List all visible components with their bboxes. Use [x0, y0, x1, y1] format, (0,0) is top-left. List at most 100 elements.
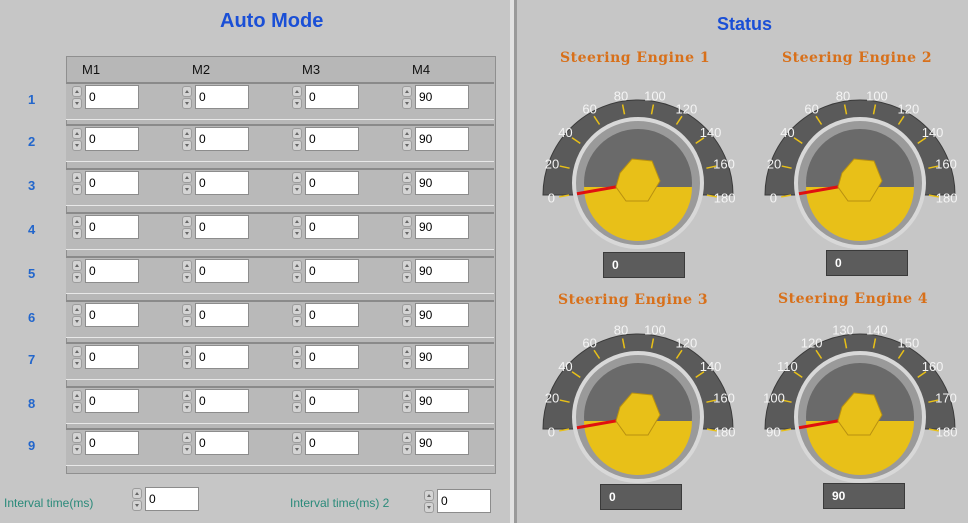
- angle-spinner[interactable]: [180, 431, 194, 457]
- angle-spinner[interactable]: [70, 431, 84, 457]
- angle-spinner[interactable]: [70, 303, 84, 329]
- angle-input[interactable]: 90: [415, 259, 469, 283]
- angle-spinner[interactable]: [180, 171, 194, 197]
- spin-down-icon[interactable]: [182, 272, 192, 283]
- angle-input[interactable]: 0: [195, 171, 249, 195]
- interval-time-spinner[interactable]: [130, 487, 144, 513]
- angle-spinner[interactable]: [70, 127, 84, 153]
- angle-input[interactable]: 0: [195, 303, 249, 327]
- spin-down-icon[interactable]: [292, 184, 302, 195]
- angle-spinner[interactable]: [180, 389, 194, 415]
- spin-up-icon[interactable]: [424, 490, 434, 501]
- spin-up-icon[interactable]: [72, 216, 82, 227]
- angle-spinner[interactable]: [180, 215, 194, 241]
- angle-spinner[interactable]: [400, 259, 414, 285]
- spin-down-icon[interactable]: [72, 402, 82, 413]
- angle-spinner[interactable]: [400, 303, 414, 329]
- angle-input[interactable]: 90: [415, 389, 469, 413]
- angle-spinner[interactable]: [70, 259, 84, 285]
- spin-down-icon[interactable]: [182, 184, 192, 195]
- spin-up-icon[interactable]: [292, 260, 302, 271]
- angle-input[interactable]: 0: [195, 389, 249, 413]
- interval-time-input[interactable]: 0: [145, 487, 199, 511]
- spin-up-icon[interactable]: [132, 488, 142, 499]
- spin-down-icon[interactable]: [402, 272, 412, 283]
- angle-spinner[interactable]: [400, 127, 414, 153]
- spin-down-icon[interactable]: [72, 98, 82, 109]
- spin-up-icon[interactable]: [182, 86, 192, 97]
- spin-down-icon[interactable]: [72, 184, 82, 195]
- angle-input[interactable]: 0: [85, 259, 139, 283]
- angle-spinner[interactable]: [70, 389, 84, 415]
- spin-down-icon[interactable]: [402, 316, 412, 327]
- spin-up-icon[interactable]: [72, 390, 82, 401]
- angle-input[interactable]: 0: [85, 215, 139, 239]
- spin-down-icon[interactable]: [292, 444, 302, 455]
- angle-input[interactable]: 0: [305, 171, 359, 195]
- angle-spinner[interactable]: [400, 171, 414, 197]
- spin-down-icon[interactable]: [292, 402, 302, 413]
- spin-down-icon[interactable]: [292, 228, 302, 239]
- angle-input[interactable]: 0: [195, 345, 249, 369]
- angle-input[interactable]: 0: [305, 215, 359, 239]
- angle-spinner[interactable]: [180, 127, 194, 153]
- spin-up-icon[interactable]: [292, 128, 302, 139]
- spin-down-icon[interactable]: [292, 316, 302, 327]
- angle-input[interactable]: 0: [195, 259, 249, 283]
- spin-up-icon[interactable]: [182, 432, 192, 443]
- spin-up-icon[interactable]: [292, 86, 302, 97]
- spin-down-icon[interactable]: [424, 502, 434, 513]
- spin-down-icon[interactable]: [72, 444, 82, 455]
- angle-spinner[interactable]: [70, 215, 84, 241]
- spin-down-icon[interactable]: [402, 228, 412, 239]
- spin-down-icon[interactable]: [72, 316, 82, 327]
- spin-up-icon[interactable]: [72, 432, 82, 443]
- angle-input[interactable]: 0: [85, 127, 139, 151]
- angle-input[interactable]: 0: [305, 127, 359, 151]
- spin-down-icon[interactable]: [72, 228, 82, 239]
- spin-down-icon[interactable]: [132, 500, 142, 511]
- spin-down-icon[interactable]: [182, 98, 192, 109]
- spin-down-icon[interactable]: [402, 358, 412, 369]
- angle-spinner[interactable]: [290, 345, 304, 371]
- angle-spinner[interactable]: [180, 303, 194, 329]
- angle-input[interactable]: 0: [85, 303, 139, 327]
- spin-down-icon[interactable]: [72, 272, 82, 283]
- spin-up-icon[interactable]: [292, 216, 302, 227]
- angle-spinner[interactable]: [290, 389, 304, 415]
- angle-input[interactable]: 90: [415, 127, 469, 151]
- angle-input[interactable]: 0: [305, 431, 359, 455]
- angle-spinner[interactable]: [290, 171, 304, 197]
- spin-up-icon[interactable]: [182, 172, 192, 183]
- spin-up-icon[interactable]: [182, 216, 192, 227]
- spin-up-icon[interactable]: [402, 432, 412, 443]
- angle-input[interactable]: 90: [415, 303, 469, 327]
- spin-up-icon[interactable]: [292, 346, 302, 357]
- spin-down-icon[interactable]: [292, 140, 302, 151]
- angle-spinner[interactable]: [290, 303, 304, 329]
- spin-down-icon[interactable]: [402, 444, 412, 455]
- spin-down-icon[interactable]: [402, 402, 412, 413]
- angle-input[interactable]: 0: [195, 215, 249, 239]
- angle-spinner[interactable]: [70, 345, 84, 371]
- spin-up-icon[interactable]: [182, 304, 192, 315]
- angle-spinner[interactable]: [180, 85, 194, 111]
- spin-up-icon[interactable]: [402, 172, 412, 183]
- angle-input[interactable]: 0: [195, 85, 249, 109]
- spin-up-icon[interactable]: [402, 128, 412, 139]
- angle-input[interactable]: 90: [415, 215, 469, 239]
- spin-up-icon[interactable]: [402, 390, 412, 401]
- angle-input[interactable]: 90: [415, 431, 469, 455]
- angle-input[interactable]: 0: [85, 85, 139, 109]
- spin-up-icon[interactable]: [402, 260, 412, 271]
- spin-up-icon[interactable]: [72, 128, 82, 139]
- angle-spinner[interactable]: [70, 171, 84, 197]
- spin-up-icon[interactable]: [182, 390, 192, 401]
- spin-down-icon[interactable]: [182, 228, 192, 239]
- angle-spinner[interactable]: [400, 389, 414, 415]
- spin-up-icon[interactable]: [72, 346, 82, 357]
- spin-down-icon[interactable]: [292, 272, 302, 283]
- interval-time-2-spinner[interactable]: [422, 489, 436, 515]
- spin-up-icon[interactable]: [292, 432, 302, 443]
- angle-input[interactable]: 0: [305, 345, 359, 369]
